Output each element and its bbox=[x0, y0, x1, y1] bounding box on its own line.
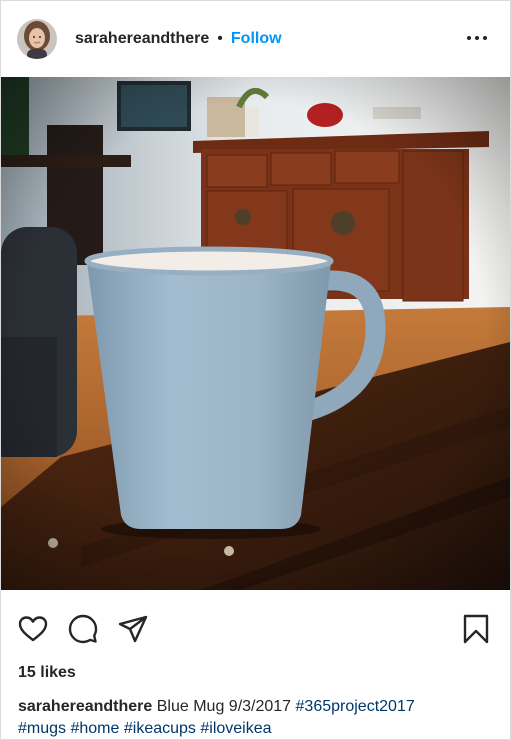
caption-text: Blue Mug 9/3/2017 bbox=[156, 698, 292, 715]
avatar-image bbox=[17, 19, 57, 59]
post-photo[interactable] bbox=[1, 77, 510, 590]
comment-button[interactable] bbox=[67, 613, 99, 645]
mug-photo bbox=[1, 77, 510, 590]
share-button[interactable] bbox=[117, 613, 149, 645]
hashtag-link[interactable]: #ikeacups bbox=[124, 720, 196, 737]
follow-button[interactable]: Follow bbox=[231, 30, 282, 48]
heart-icon bbox=[18, 616, 48, 642]
avatar[interactable] bbox=[17, 19, 57, 59]
post-author-username[interactable]: sarahereandthere bbox=[75, 30, 209, 48]
post-actions bbox=[1, 590, 510, 664]
hashtag-link[interactable]: #home bbox=[70, 720, 119, 737]
comment-icon bbox=[68, 614, 98, 644]
likes-count[interactable]: 15 likes bbox=[18, 664, 76, 682]
hashtag-link[interactable]: #365project2017 bbox=[296, 698, 415, 715]
caption-username[interactable]: sarahereandthere bbox=[18, 698, 152, 715]
more-options-icon[interactable] bbox=[466, 27, 488, 49]
hashtag-link[interactable]: #mugs bbox=[18, 720, 66, 737]
bookmark-icon bbox=[463, 614, 489, 644]
post-caption: sarahereandthere Blue Mug 9/3/2017 #365p… bbox=[18, 696, 498, 740]
post-header: sarahereandthere • Follow bbox=[1, 1, 510, 77]
instagram-post: sarahereandthere • Follow 15 likes sarah… bbox=[0, 0, 511, 740]
like-button[interactable] bbox=[17, 613, 49, 645]
hashtag-link[interactable]: #iloveikea bbox=[200, 720, 271, 737]
paper-plane-icon bbox=[118, 615, 148, 643]
save-button[interactable] bbox=[460, 613, 492, 645]
header-separator: • bbox=[217, 30, 223, 47]
